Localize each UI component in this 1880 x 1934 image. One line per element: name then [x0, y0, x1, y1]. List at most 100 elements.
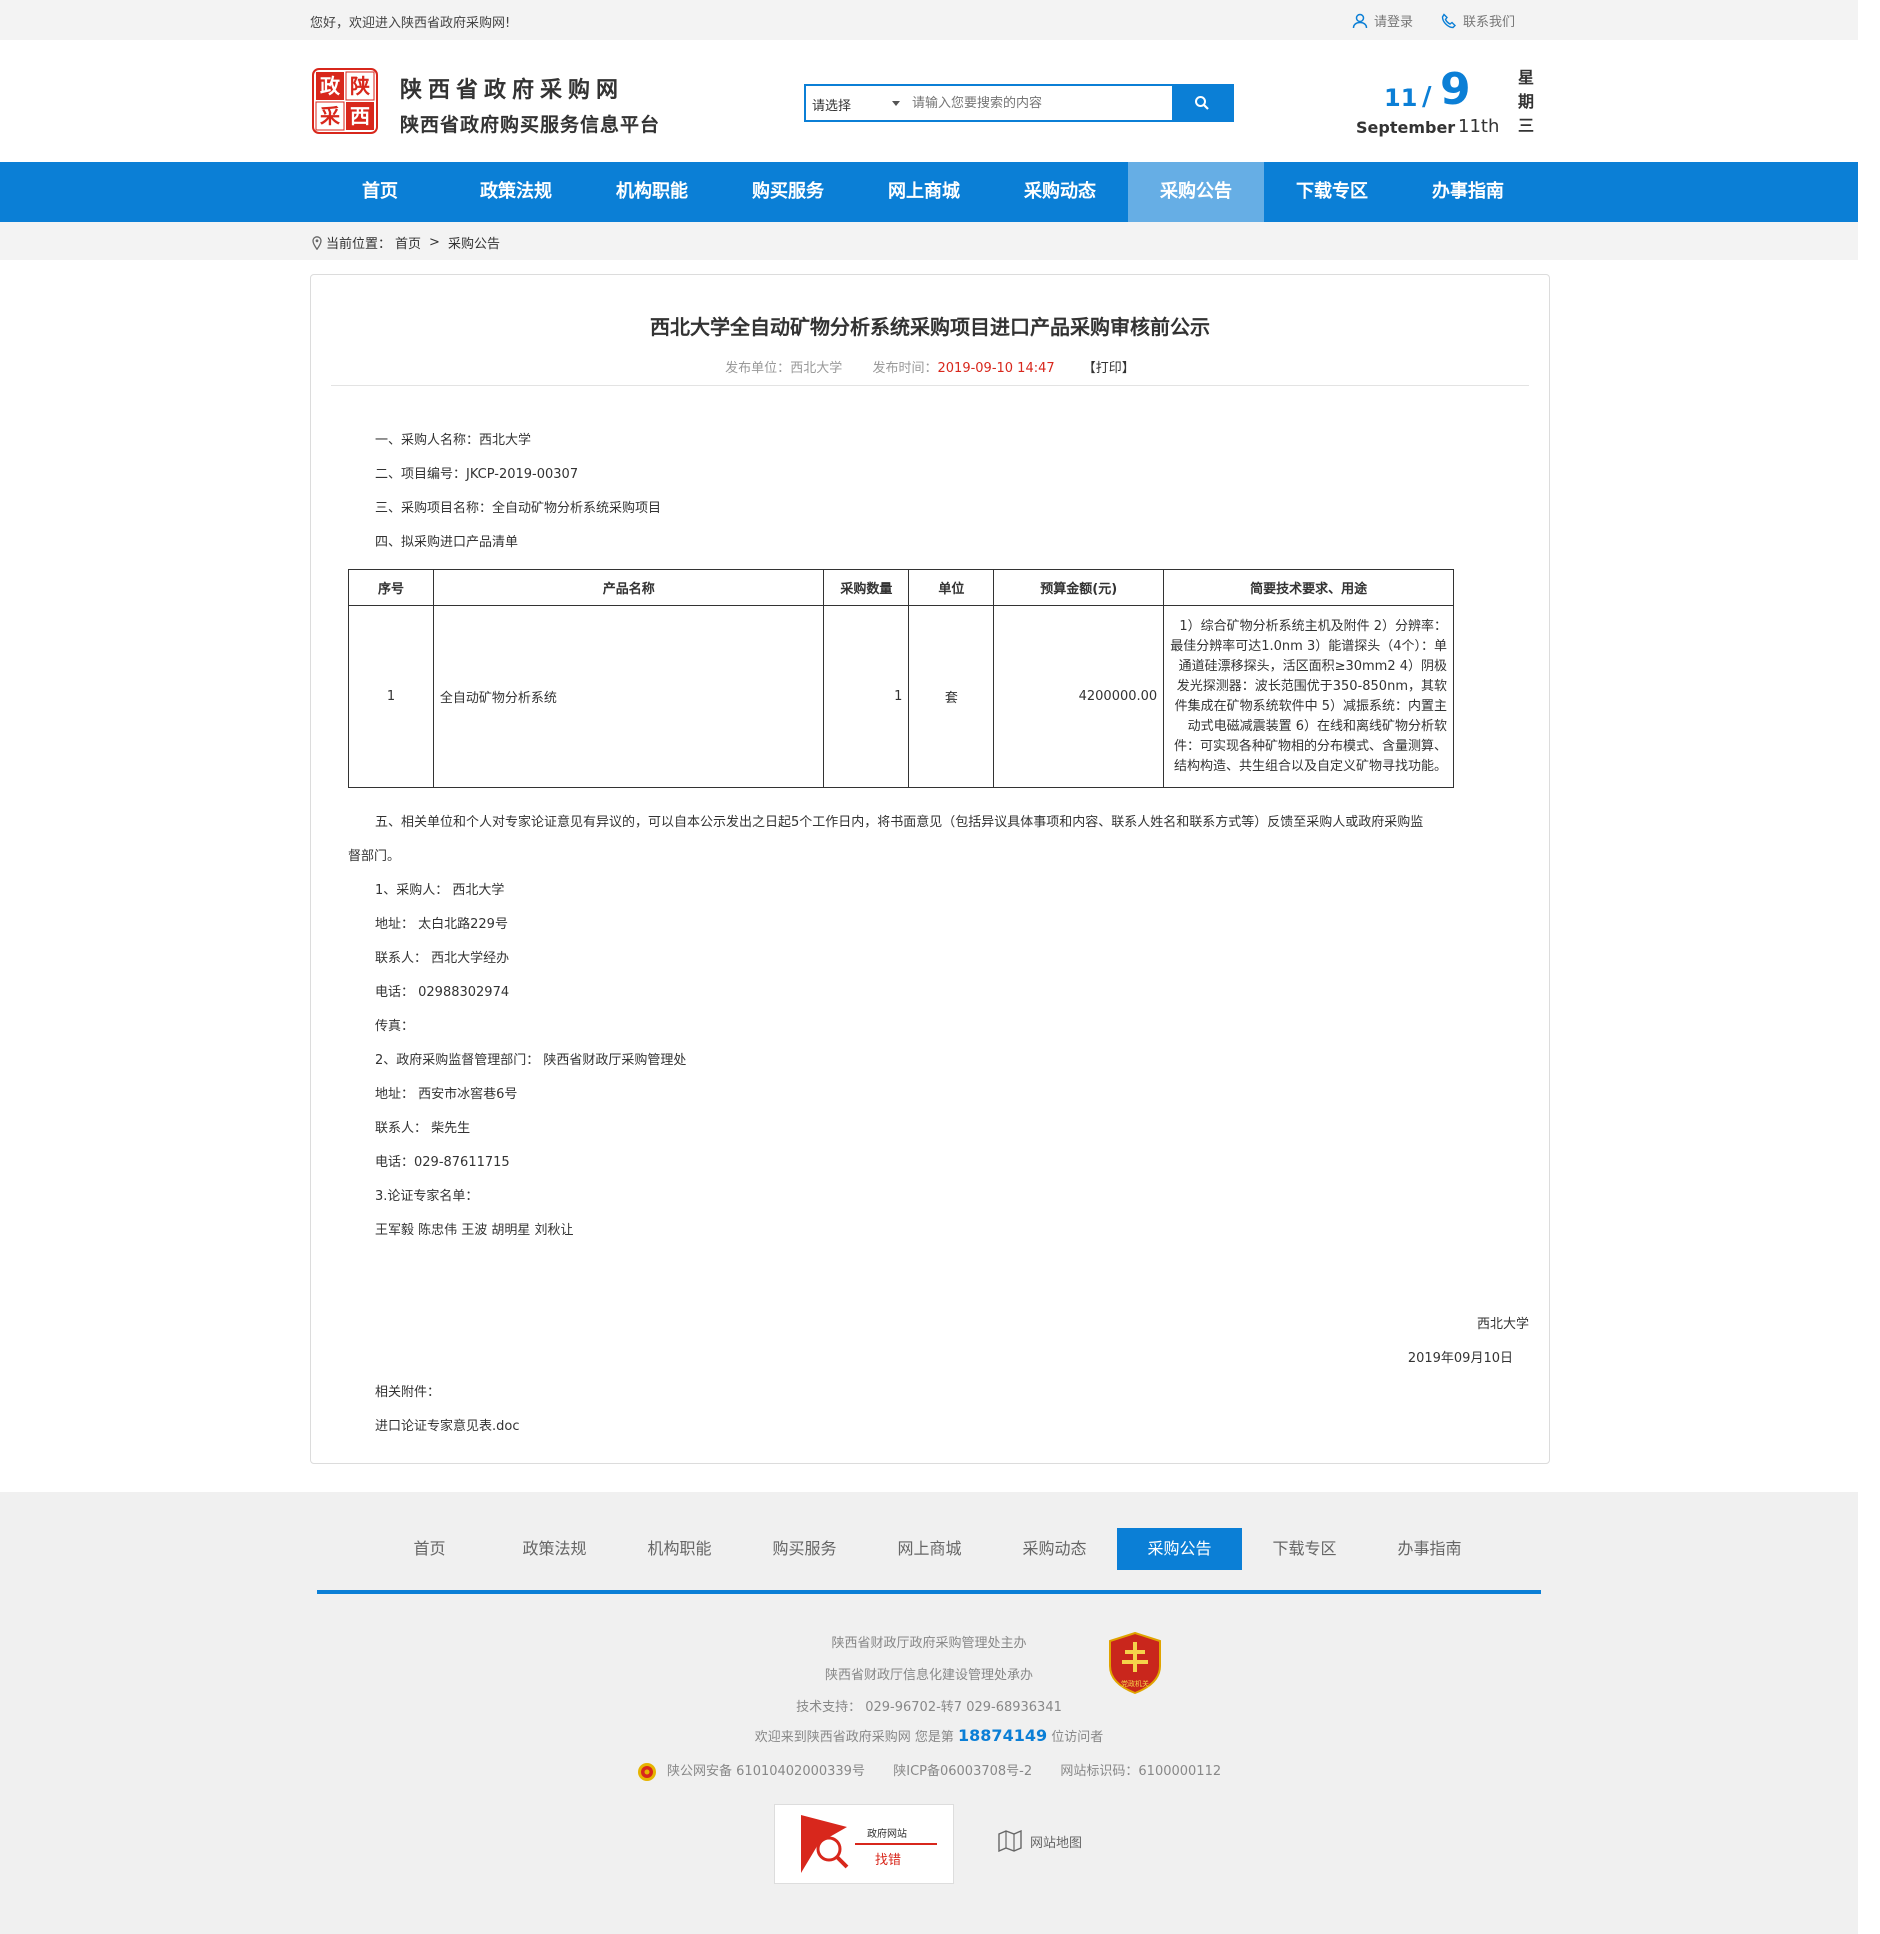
nav-item[interactable]: 网上商城: [856, 162, 992, 222]
gov-site-error-report-badge[interactable]: 政府网站 找错: [774, 1804, 954, 1884]
logo-char: 采: [320, 104, 340, 128]
visitor-count: 18874149: [958, 1726, 1048, 1745]
attachments-label: 相关附件：: [375, 1385, 441, 1400]
attachment-link[interactable]: 进口论证专家意见表.doc: [375, 1415, 520, 1434]
login-label: 请登录: [1374, 15, 1414, 30]
nav-item[interactable]: 采购公告: [1128, 162, 1264, 222]
map-icon: [998, 1830, 1022, 1852]
police-record[interactable]: 陕公网安备 61010402000339号: [667, 1764, 865, 1779]
expert-names: 王军毅 陈忠伟 王波 胡明星 刘秋让: [375, 1223, 574, 1238]
publisher-label: 发布单位：: [725, 361, 791, 376]
nav-item[interactable]: 购买服务: [720, 162, 856, 222]
breadcrumb-home[interactable]: 首页: [395, 233, 421, 252]
footer-nav-item[interactable]: 首页: [367, 1528, 492, 1570]
footer-nav-item[interactable]: 办事指南: [1367, 1528, 1492, 1570]
footer-registration: 陕公网安备 61010402000339号 陕ICP备06003708号-2 网…: [0, 1760, 1858, 1782]
signature-org: 西北大学: [1476, 1317, 1529, 1332]
purchaser-name-line: 一、采购人名称：西北大学: [375, 433, 532, 448]
search-category-select[interactable]: 请选择: [806, 86, 904, 120]
platform-name: 陕西省政府购买服务信息平台: [400, 114, 661, 136]
location-pin-icon: [312, 235, 322, 250]
supervisor-phone: 电话：029-87611715: [375, 1155, 510, 1170]
contact-link[interactable]: 联系我们: [1441, 11, 1515, 30]
user-icon: [1352, 13, 1368, 28]
objection-paragraph: 五、相关单位和个人对专家论证意见有异议的，可以自本公示发出之日起5个工作日内，将…: [375, 815, 1424, 830]
signature-date: 2019年09月10日: [1407, 1351, 1513, 1366]
sitemap-link[interactable]: 网站地图: [998, 1830, 1082, 1852]
nav-item[interactable]: 首页: [312, 162, 448, 222]
main-nav: 首页 政策法规 机构职能 购买服务 网上商城 采购动态 采购公告 下载专区 办事指南: [0, 162, 1858, 222]
cell-unit: 套: [908, 605, 995, 788]
expert-list-heading: 3.论证专家名单：: [375, 1189, 479, 1204]
breadcrumb-bar: 当前位置： 首页 > 采购公告: [0, 222, 1858, 260]
nav-item[interactable]: 政策法规: [448, 162, 584, 222]
supervisor-address: 地址： 西安市冰窖巷6号: [375, 1087, 518, 1102]
nav-item[interactable]: 机构职能: [584, 162, 720, 222]
breadcrumb-current[interactable]: 采购公告: [448, 233, 500, 252]
footer-visitors: 欢迎来到陕西省政府采购网 您是第 18874149 位访问者: [0, 1726, 1858, 1745]
date-ordinal: 11th: [1458, 116, 1500, 137]
footer-nav-item[interactable]: 网上商城: [867, 1528, 992, 1570]
site-logo[interactable]: 政 陕 采 西: [312, 68, 378, 134]
badge-top-text: 政府网站: [867, 1829, 907, 1840]
table-header: 产品名称: [432, 569, 825, 606]
welcome-text: 您好，欢迎进入陕西省政府采购网!: [310, 16, 511, 31]
nav-item[interactable]: 采购动态: [992, 162, 1128, 222]
breadcrumb-separator: >: [429, 235, 440, 250]
footer-nav-item[interactable]: 购买服务: [742, 1528, 867, 1570]
contact-address: 地址： 太白北路229号: [375, 917, 508, 932]
top-links: 请登录 联系我们: [1352, 11, 1515, 30]
sitemap-label: 网站地图: [1030, 1835, 1083, 1851]
search-input[interactable]: [904, 86, 1172, 120]
footer-support: 技术支持： 029-96702-转7 029-68936341: [796, 1700, 1062, 1715]
icp-record[interactable]: 陕ICP备06003708号-2: [893, 1764, 1032, 1779]
publisher: 西北大学: [790, 361, 843, 376]
search-button[interactable]: [1172, 86, 1232, 120]
date-month-number: 11: [1384, 84, 1418, 112]
publish-time: 2019-09-10 14:47: [937, 361, 1055, 376]
cell-requirements: 1）综合矿物分析系统主机及附件 2）分辨率：最佳分辨率可达1.0nm 3）能谱探…: [1163, 605, 1454, 788]
project-name-line: 三、采购项目名称：全自动矿物分析系统采购项目: [375, 501, 662, 516]
article-panel: 西北大学全自动矿物分析系统采购项目进口产品采购审核前公示 发布单位：西北大学 发…: [310, 274, 1550, 1464]
contact-label: 联系我们: [1463, 15, 1516, 30]
footer-nav-item[interactable]: 政策法规: [492, 1528, 617, 1570]
party-gov-emblem[interactable]: 党政机关: [1108, 1632, 1162, 1694]
footer-organizer: 陕西省财政厅信息化建设管理处承办: [824, 1668, 1033, 1683]
cell-product-name: 全自动矿物分析系统: [432, 605, 825, 788]
product-list-heading: 四、拟采购进口产品清单: [375, 535, 519, 550]
date-widget: 11 / 9 September 11th 星 期 三: [1356, 62, 1556, 142]
footer-nav-item[interactable]: 采购动态: [992, 1528, 1117, 1570]
footer-nav-item[interactable]: 下载专区: [1242, 1528, 1367, 1570]
footer-divider: [317, 1590, 1541, 1594]
date-month-name: September: [1356, 118, 1456, 137]
chevron-down-icon: [892, 101, 900, 106]
badge-bottom-text: 找错: [875, 1853, 902, 1868]
emblem-text: 党政机关: [1121, 1679, 1149, 1688]
phone-icon: [1441, 12, 1457, 28]
nav-item[interactable]: 下载专区: [1264, 162, 1400, 222]
police-badge-icon: [637, 1762, 656, 1781]
header: 政 陕 采 西 陕西省政府采购网 陕西省政府购买服务信息平台 请选择 11 / …: [0, 40, 1858, 162]
supervisor-contact: 联系人： 柴先生: [375, 1121, 471, 1136]
cell-no: 1: [348, 605, 434, 788]
publish-time-label: 发布时间：: [872, 361, 938, 376]
footer-nav-item[interactable]: 机构职能: [617, 1528, 742, 1570]
contact-purchaser: 1、采购人： 西北大学: [375, 883, 505, 898]
footer-host: 陕西省财政厅政府采购管理处主办: [831, 1636, 1027, 1651]
login-link[interactable]: 请登录: [1352, 11, 1413, 30]
print-button[interactable]: 【打印】: [1083, 361, 1135, 376]
footer-nav-item[interactable]: 采购公告: [1117, 1528, 1242, 1570]
date-weekday: 星 期 三: [1516, 66, 1536, 138]
search-bar: 请选择: [804, 84, 1234, 122]
nav-item[interactable]: 办事指南: [1400, 162, 1536, 222]
breadcrumb-label: 当前位置：: [326, 237, 392, 252]
badge-rule: [855, 1843, 937, 1845]
footer-nav: 首页 政策法规 机构职能 购买服务 网上商城 采购动态 采购公告 下载专区 办事指南: [367, 1528, 1492, 1570]
project-number-line: 二、项目编号：JKCP-2019-00307: [375, 467, 579, 482]
logo-char: 政: [320, 74, 341, 98]
weekday-char: 期: [1517, 92, 1534, 111]
table-header: 序号: [348, 569, 434, 606]
contact-person: 联系人： 西北大学经办: [375, 951, 510, 966]
table-row: 1 全自动矿物分析系统 1 套 4200000.00 1）综合矿物分析系统主机及…: [348, 605, 1454, 788]
logo-char: 陕: [350, 74, 370, 98]
